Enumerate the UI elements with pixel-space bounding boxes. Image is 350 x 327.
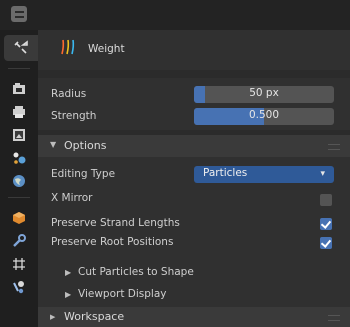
chevron-down-icon: ▾ <box>320 169 325 179</box>
physics-icon <box>13 281 24 294</box>
expanded-arrow-icon: ▼ <box>50 140 57 149</box>
preserve-root-positions-label: Preserve Root Positions <box>51 236 174 248</box>
viewport-display-subpanel-header[interactable]: ▶ Viewport Display <box>38 285 350 305</box>
world-globe-icon <box>13 175 25 187</box>
preserve-strand-lengths-checkbox[interactable] <box>320 218 332 230</box>
collapsed-arrow-icon: ▶ <box>65 268 72 277</box>
strength-label: Strength <box>51 110 97 122</box>
editing-type-dropdown[interactable]: Particles ▾ <box>194 166 334 183</box>
radius-slider[interactable]: 50 px <box>194 86 334 103</box>
viewport-display-title: Viewport Display <box>78 288 167 300</box>
tab-divider <box>8 197 30 198</box>
workspace-panel-header[interactable]: ▶ Workspace <box>38 307 350 327</box>
particles-icon <box>13 258 25 270</box>
editor-type-area <box>0 0 38 30</box>
cut-particles-subpanel-header[interactable]: ▶ Cut Particles to Shape <box>38 263 350 283</box>
tab-divider <box>8 68 30 69</box>
x-mirror-checkbox[interactable] <box>320 194 332 206</box>
tool-icon <box>14 40 28 54</box>
editor-type-icon[interactable] <box>11 6 27 22</box>
output-printer-icon <box>13 106 25 118</box>
radius-label: Radius <box>51 88 87 100</box>
workspace-title: Workspace <box>64 310 125 323</box>
strength-slider[interactable]: 0.500 <box>194 108 334 125</box>
preserve-strand-lengths-label: Preserve Strand Lengths <box>51 217 180 229</box>
modifier-wrench-icon <box>13 234 26 247</box>
weight-brush-icon[interactable] <box>59 38 79 56</box>
strength-value: 0.500 <box>248 109 280 121</box>
properties-header <box>38 0 350 31</box>
drag-grip-icon[interactable] <box>328 315 340 321</box>
properties-editor: Weight Radius 50 px Strength 0.500 ▼ Opt… <box>0 0 350 327</box>
tool-tab[interactable] <box>4 35 38 61</box>
tool-properties-panel: Weight Radius 50 px Strength 0.500 ▼ Opt… <box>38 0 350 327</box>
drag-grip-icon[interactable] <box>328 144 340 150</box>
brush-name[interactable]: Weight <box>88 43 125 55</box>
collapsed-arrow-icon: ▶ <box>50 313 56 321</box>
brush-selector-row <box>38 30 350 70</box>
view-layer-image-icon <box>13 129 25 141</box>
collapsed-arrow-icon: ▶ <box>65 290 72 299</box>
render-camera-icon <box>13 83 25 94</box>
x-mirror-label: X Mirror <box>51 192 93 204</box>
radius-value: 50 px <box>249 87 279 99</box>
object-cube-icon <box>13 212 25 224</box>
physics-tab[interactable] <box>4 274 34 300</box>
editing-type-value: Particles <box>203 167 248 179</box>
scene-icon <box>13 152 26 164</box>
world-tab[interactable] <box>4 168 34 194</box>
editing-type-label: Editing Type <box>51 168 116 180</box>
properties-tab-strip <box>0 0 38 327</box>
preserve-root-positions-checkbox[interactable] <box>320 237 332 249</box>
cut-particles-title: Cut Particles to Shape <box>78 266 194 278</box>
options-title: Options <box>64 139 107 152</box>
options-panel-header[interactable]: ▼ Options <box>38 135 350 157</box>
